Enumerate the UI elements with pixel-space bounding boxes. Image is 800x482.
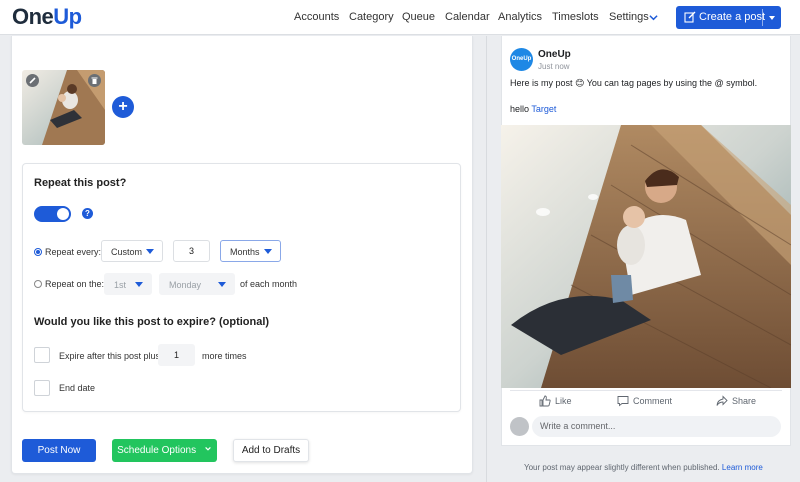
comment-button[interactable]: Comment [633,396,672,406]
disclaimer-text: Your post may appear slightly different … [524,463,720,472]
button-divider [762,9,763,26]
like-button[interactable]: Like [555,396,572,406]
expire-after-label: Expire after this post plus [59,351,161,361]
commenter-avatar [510,417,529,436]
post-image [501,125,791,388]
panel-divider [486,36,487,482]
caret-down-icon [146,249,154,254]
comment-icon [617,396,629,407]
page-avatar: OneUp [510,48,533,71]
create-post-label: Create a post [699,11,766,23]
repeat-on-label: Repeat on the: [45,279,105,289]
repeat-on-day-select[interactable]: Monday [159,273,235,295]
caret-down-icon [264,249,272,254]
media-thumbnail[interactable] [22,70,105,145]
toggle-knob [57,208,69,220]
pencil-icon [29,77,36,84]
caret-down-icon[interactable] [767,13,777,23]
preview-disclaimer: Your post may appear slightly different … [524,463,763,472]
share-icon [716,395,728,406]
day-value: Monday [169,280,202,290]
expire-after-checkbox[interactable] [34,347,50,363]
add-media-button[interactable]: + [112,96,134,118]
nav-category[interactable]: Category [349,11,394,23]
schedule-options-button[interactable]: Schedule Options [112,439,217,462]
nav-timeslots[interactable]: Timeslots [552,11,599,23]
account-name: OneUp [538,49,571,60]
tag-link[interactable]: Target [531,104,556,114]
chevron-down-icon [205,446,211,451]
repeat-on-ordinal-select[interactable]: 1st [104,273,152,295]
end-date-checkbox[interactable] [34,380,50,396]
repeat-every-radio[interactable] [34,248,42,256]
help-icon[interactable]: ? [82,208,93,219]
post-now-button[interactable]: Post Now [22,439,96,462]
nav-queue[interactable]: Queue [402,11,435,23]
repeat-title: Repeat this post? [34,177,127,189]
nav-calendar[interactable]: Calendar [445,11,490,23]
repeat-every-label: Repeat every: [45,247,102,257]
chevron-down-icon[interactable] [649,13,658,22]
comment-input[interactable]: Write a comment... [532,416,781,437]
repeat-mode-select[interactable]: Custom [101,240,163,262]
repeat-count-input[interactable]: 3 [173,240,210,262]
post-photo [501,125,791,388]
post-body: Here is my post 😊 You can tag pages by u… [510,78,758,88]
schedule-options-label: Schedule Options [117,445,197,456]
post-body-second-line: hello Target [510,104,556,114]
nav-accounts[interactable]: Accounts [294,11,339,23]
repeat-on-suffix: of each month [240,279,298,289]
create-post-button[interactable]: Create a post [676,6,781,29]
add-to-drafts-button[interactable]: Add to Drafts [233,439,309,462]
expire-after-suffix: more times [202,351,247,361]
expire-title: Would you like this post to expire? (opt… [34,316,270,328]
edit-icon [684,11,696,23]
hello-text: hello [510,104,532,114]
oneup-logo[interactable]: OneUp [12,4,82,30]
edit-media-button[interactable] [26,74,39,87]
like-icon [539,395,551,407]
delete-media-button[interactable] [88,74,101,87]
post-timestamp: Just now [538,62,570,71]
ordinal-value: 1st [114,280,127,290]
top-nav: OneUp Accounts Category Queue Calendar A… [0,0,800,35]
expire-count-input[interactable]: 1 [158,344,195,366]
repeat-unit-select[interactable]: Months [220,240,281,262]
nav-analytics[interactable]: Analytics [498,11,542,23]
end-date-label: End date [59,383,96,393]
caret-down-icon [135,282,143,287]
trash-icon [91,77,98,84]
repeat-on-radio[interactable] [34,280,42,288]
repeat-toggle[interactable] [34,206,71,222]
learn-more-link[interactable]: Learn more [722,463,763,472]
caret-down-icon [218,282,226,287]
repeat-mode-value: Custom [111,247,143,257]
nav-settings[interactable]: Settings [609,11,649,23]
share-button[interactable]: Share [732,396,756,406]
repeat-unit-value: Months [230,247,260,257]
